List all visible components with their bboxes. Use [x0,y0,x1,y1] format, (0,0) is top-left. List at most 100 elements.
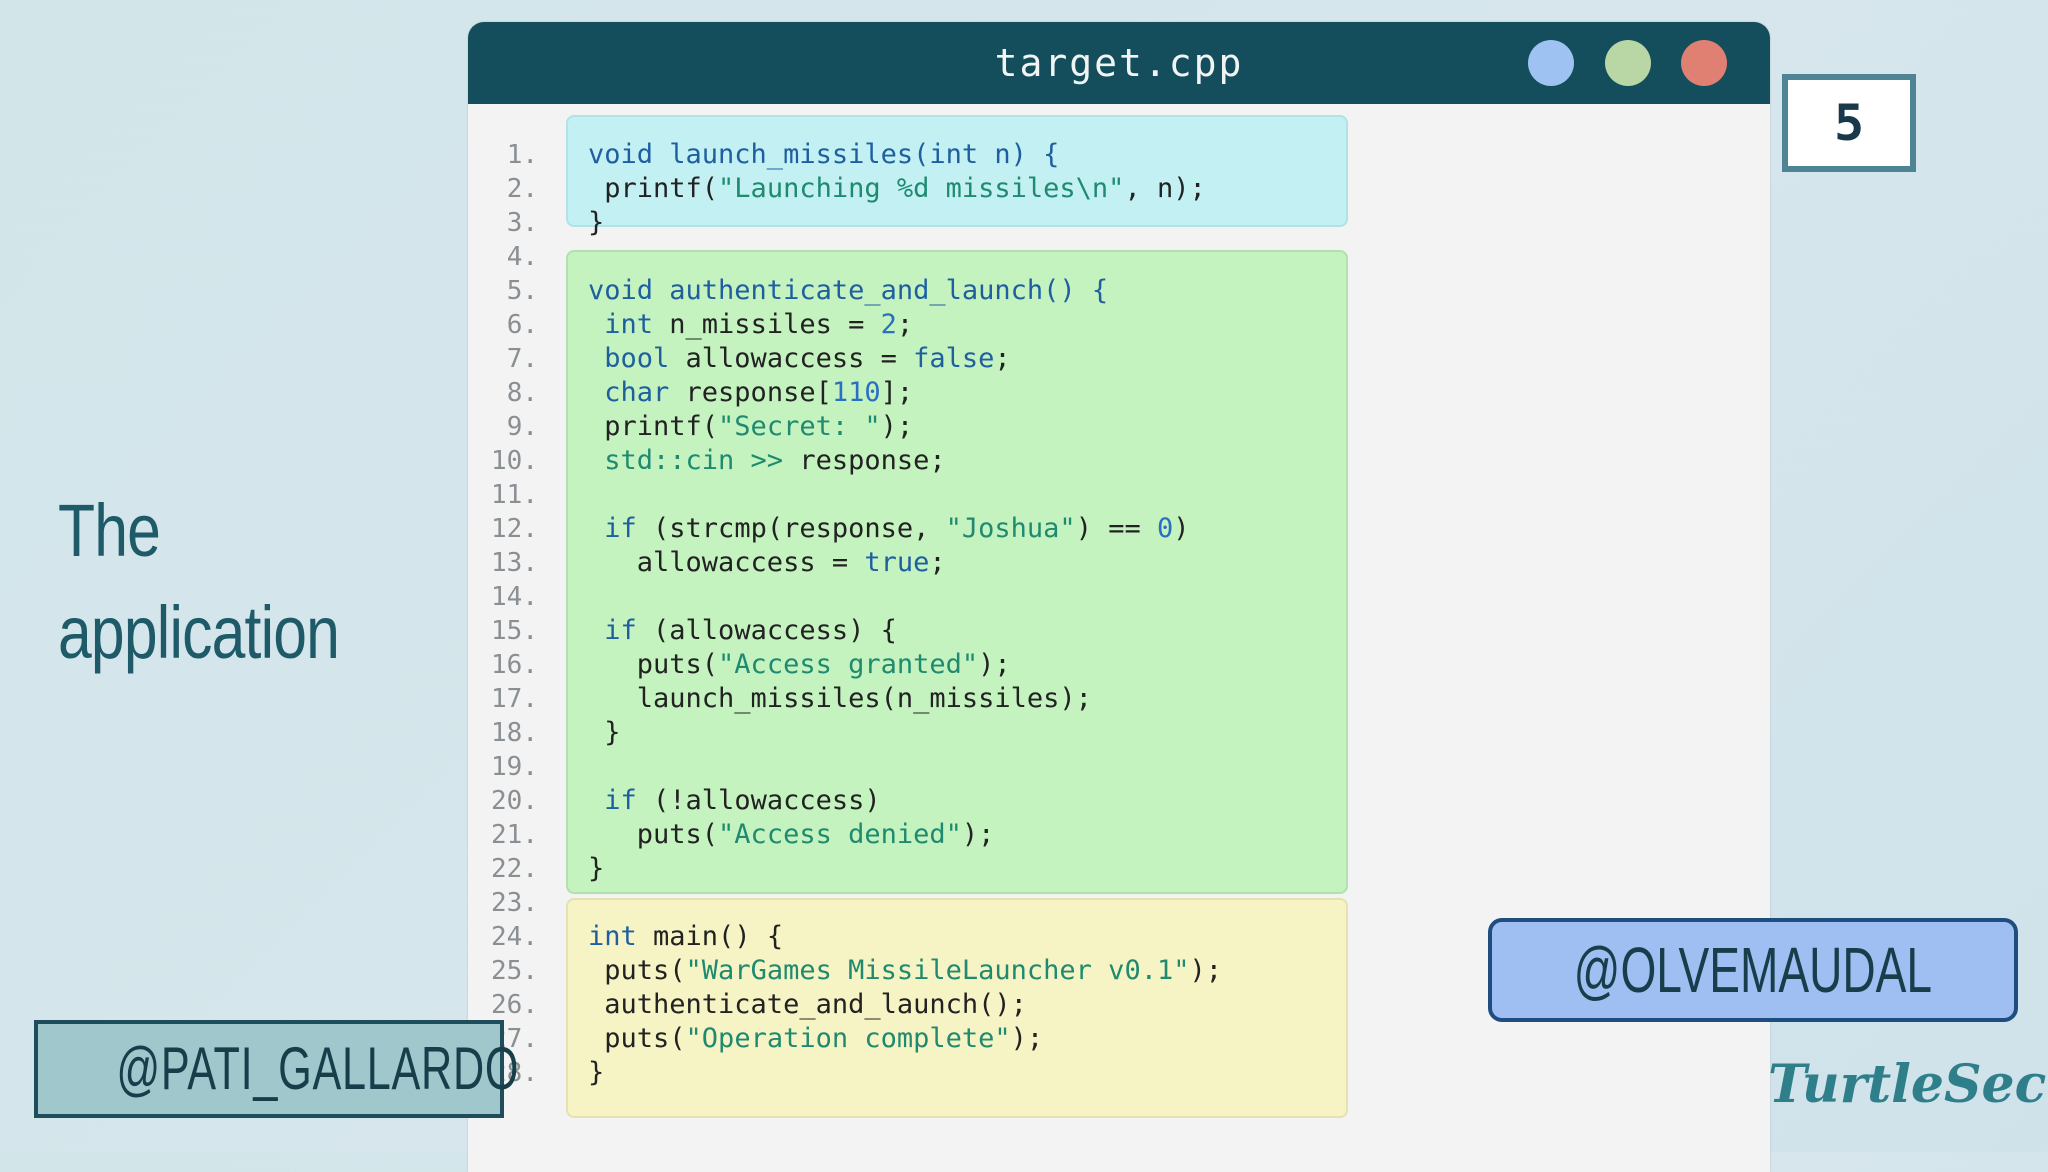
code-line-27: puts("Operation complete"); [588,1022,1222,1056]
line-number: 19. [491,752,538,782]
heading-line-1: The [58,489,161,572]
code-token: "WarGames MissileLauncher v0.1" [685,955,1190,986]
code-line-10: std::cin >> response; [588,444,1222,478]
line-number: 14. [491,582,538,612]
code-token: puts( [588,1023,686,1054]
code-token: puts( [588,955,686,986]
code-line-22: } [588,852,1222,886]
code-token: } [588,717,621,748]
line-number: 7. [506,344,538,374]
code-token: ); [1189,955,1222,986]
code-token: 110 [831,377,881,408]
line-number: 8. [506,378,538,408]
code-token: ); [880,411,914,442]
line-number: 23. [491,888,538,918]
line-number: 2. [506,174,538,204]
code-token: } [588,1057,605,1088]
code-token: int [588,309,654,340]
code-token: if [588,513,637,544]
code-line-21: puts("Access denied"); [588,818,1222,852]
code-token: ; [896,309,914,340]
line-number: 22. [491,854,538,884]
code-token: allowaccess = [669,343,914,374]
code-token: "Access granted" [718,649,979,680]
window-title: target.cpp [994,41,1244,85]
code-line-12: if (strcmp(response, "Joshua") == 0) [588,512,1222,546]
code-token: std::cin >> [588,445,784,476]
line-number: 20. [491,786,538,816]
code-line-15: if (allowaccess) { [588,614,1222,648]
code-token: printf( [588,173,719,204]
line-number: 18. [491,718,538,748]
maximize-button[interactable] [1605,40,1651,86]
heading-line-2: application [58,591,340,674]
code-token: (strcmp(response, [636,513,946,544]
minimize-button[interactable] [1528,40,1574,86]
code-token: ) == [1075,513,1157,544]
code-token: (!allowaccess) [636,785,881,816]
code-token: ; [994,343,1011,374]
code-token: , n); [1124,173,1206,204]
line-number: 4. [506,242,538,272]
code-line-7: bool allowaccess = false; [588,342,1222,376]
code-token: if [588,615,637,646]
code-token: if [588,785,637,816]
code-token: true [864,547,930,578]
code-token: void authenticate_and_launch() { [588,275,1109,306]
slide-heading: The application [58,480,386,684]
code-token: puts( [588,819,719,850]
slide-number-badge: 5 [1782,74,1916,172]
speaker-handle-left: @PATI_GALLARDO [34,1020,518,1118]
code-line-8: char response[110]; [588,376,1222,410]
window-titlebar: target.cpp [468,22,1770,104]
code-token: puts( [588,649,719,680]
line-number: 21. [491,820,538,850]
code-line-17: launch_missiles(n_missiles); [588,682,1222,716]
code-token: void launch_missiles(int n) { [588,139,1060,170]
code-token: "Operation complete" [685,1023,1011,1054]
line-number: 5. [506,276,538,306]
line-number: 10. [491,446,538,476]
code-line-9: printf("Secret: "); [588,410,1222,444]
code-line-5: void authenticate_and_launch() { [588,274,1222,308]
code-token: response; [783,445,946,476]
line-number: 11. [491,480,538,510]
code-token: "Access denied" [718,819,962,850]
line-number: 9. [506,412,538,442]
close-button[interactable] [1681,40,1727,86]
code-token: "Launching %d missiles\n" [718,173,1125,204]
code-token: printf( [588,411,719,442]
code-token: 0 [1156,513,1174,544]
speaker-handle-right: @OLVEMAUDAL [1488,918,2018,1022]
code-token: ); [961,819,995,850]
code-text: void launch_missiles(int n) { printf("La… [588,138,1222,1090]
line-number: 15. [491,616,538,646]
code-token: ; [929,547,946,578]
line-number: 6. [506,310,538,340]
code-token: bool [588,343,670,374]
code-token: false [913,343,995,374]
code-token: ); [978,649,1011,680]
code-token: ]; [880,377,914,408]
handle-left-label: @PATI_GALLARDO [116,1035,520,1102]
code-line-24: int main() { [588,920,1222,954]
line-number: 12. [491,514,538,544]
code-token: 2 [880,309,897,340]
code-line-26: authenticate_and_launch(); [588,988,1222,1022]
code-token: response[ [669,377,832,408]
code-token: "Secret: " [718,411,881,442]
line-number: 25. [491,956,538,986]
code-token: allowaccess = [588,547,865,578]
code-line-20: if (!allowaccess) [588,784,1222,818]
code-line-16: puts("Access granted"); [588,648,1222,682]
code-token: } [588,853,605,884]
code-token: main() { [636,921,784,952]
line-number: 13. [491,548,538,578]
line-number: 16. [491,650,538,680]
turtlesec-logo: TurtleSec [1768,1054,2047,1115]
code-line-6: int n_missiles = 2; [588,308,1222,342]
